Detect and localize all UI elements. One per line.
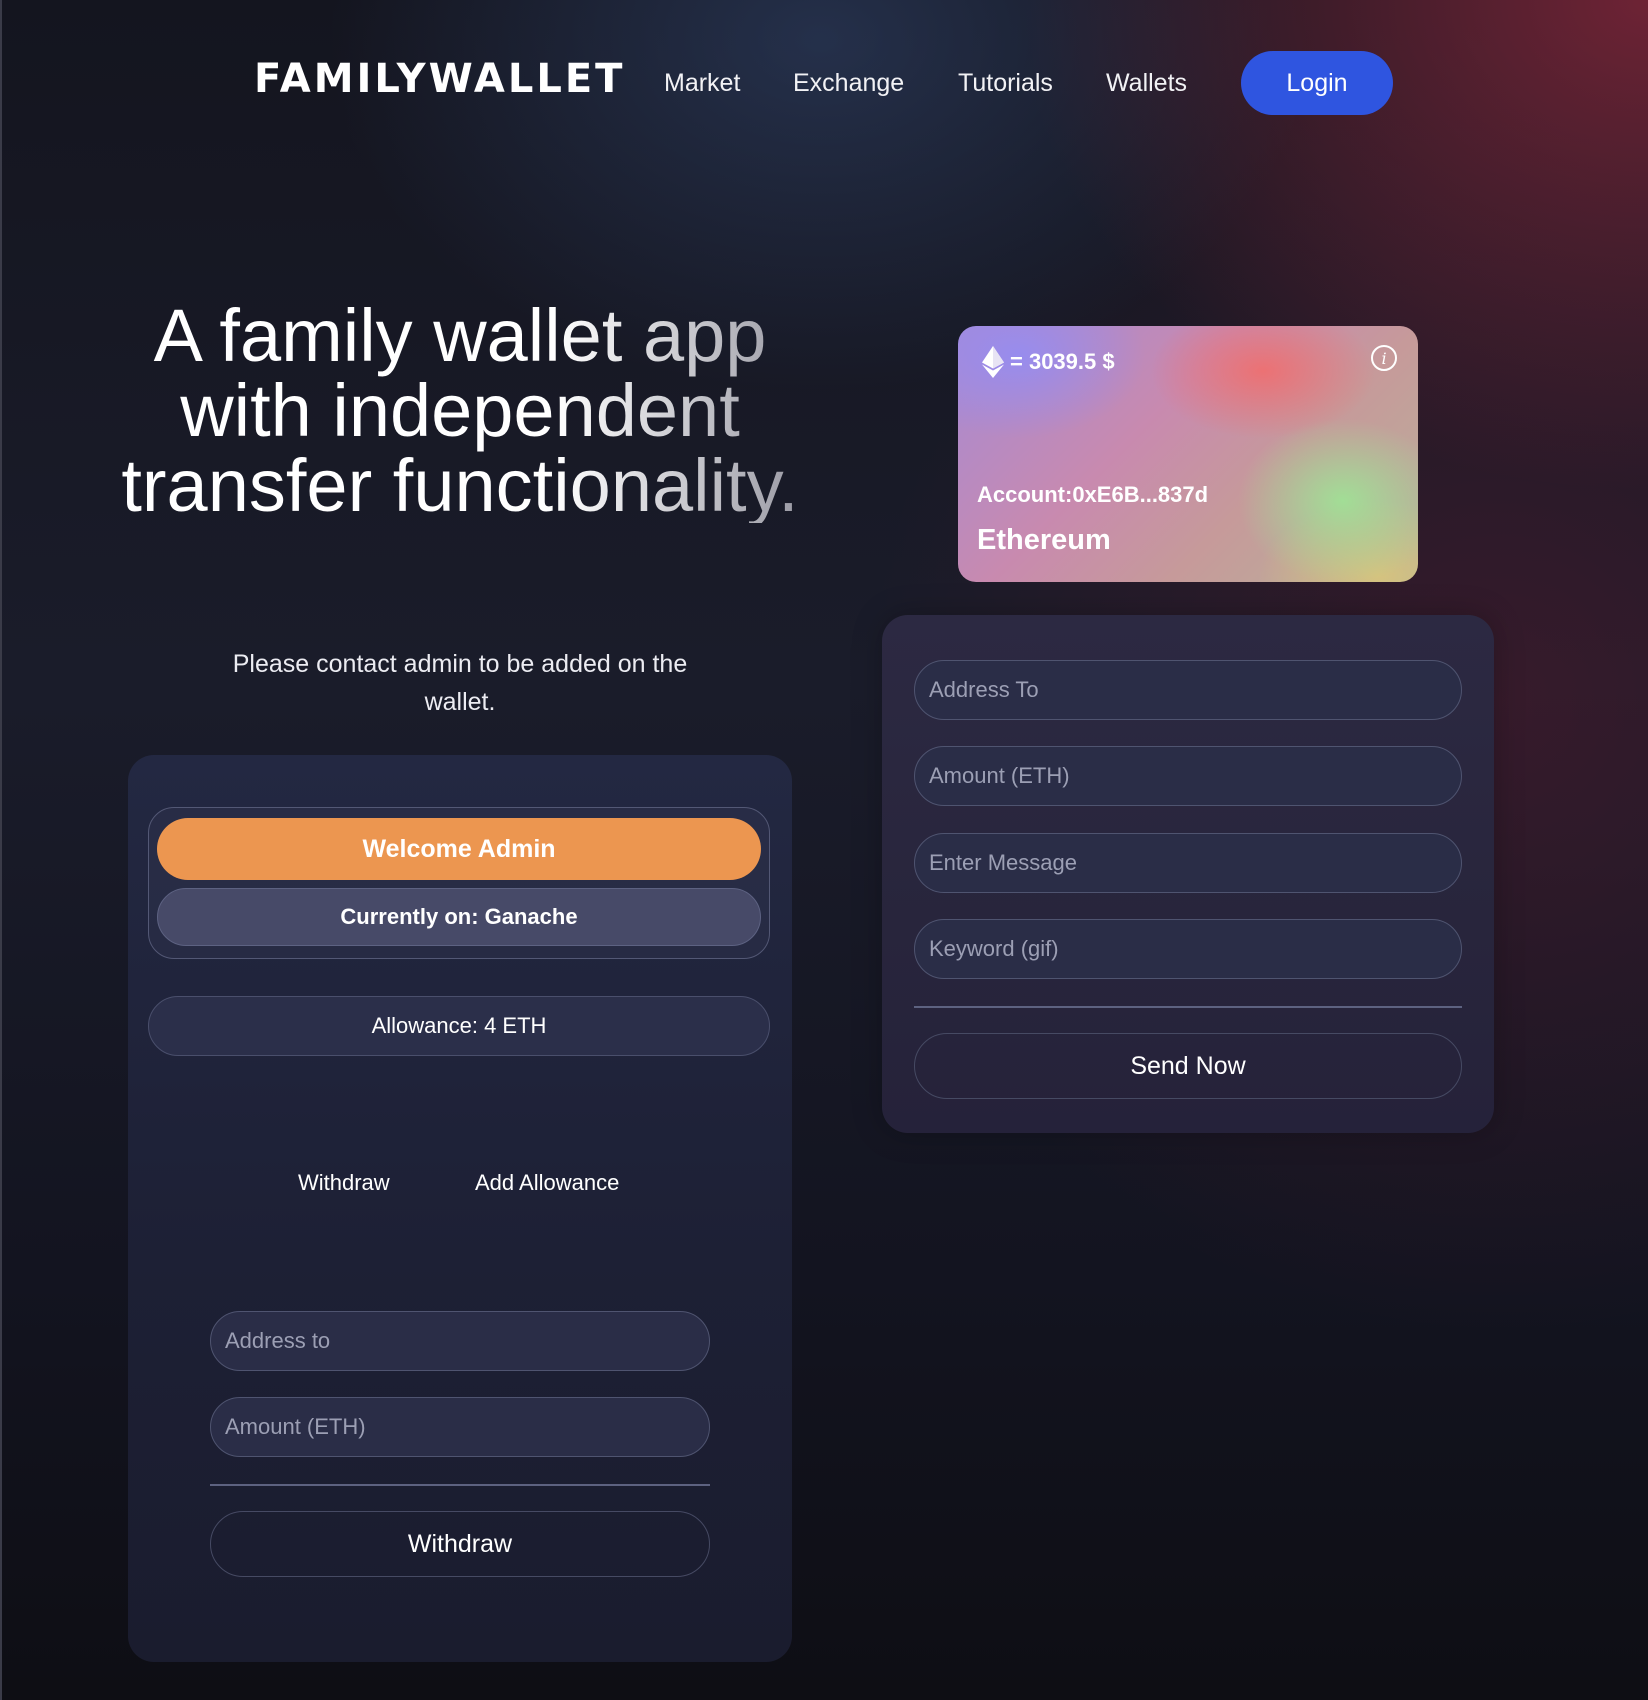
eth-price: = 3039.5 $ [1010, 349, 1115, 374]
allowance-display: Allowance: 4 ETH [148, 996, 770, 1056]
tab-withdraw[interactable]: Withdraw [298, 1168, 390, 1198]
nav-tutorials[interactable]: Tutorials [958, 66, 1053, 100]
send-address-input[interactable] [914, 660, 1462, 720]
hero-title: A family wallet app with independent tra… [121, 294, 799, 527]
ethereum-card: = 3039.5 $ i Account:0xE6B...837d Ethere… [958, 326, 1418, 582]
withdraw-address-input[interactable] [210, 1311, 710, 1371]
info-icon[interactable]: i [1371, 345, 1397, 371]
login-button[interactable]: Login [1241, 51, 1393, 115]
send-divider [914, 1006, 1462, 1008]
nav-wallets[interactable]: Wallets [1106, 66, 1187, 100]
welcome-banner: Welcome Admin [157, 818, 761, 880]
account-address: Account:0xE6B...837d [977, 482, 1209, 507]
send-panel: Send Now [882, 615, 1494, 1133]
nav-exchange[interactable]: Exchange [793, 66, 904, 100]
tab-add-allowance[interactable]: Add Allowance [475, 1168, 619, 1198]
network-status: Currently on: Ganache [157, 888, 761, 946]
withdraw-divider [210, 1484, 710, 1486]
gif-keyword-input[interactable] [914, 919, 1462, 979]
admin-panel: Welcome Admin Currently on: Ganache Allo… [128, 755, 792, 1662]
logo[interactable]: FAMILYWALLET [254, 56, 625, 102]
ethereum-icon [982, 346, 1004, 378]
page-edge [0, 0, 2, 1700]
message-input[interactable] [914, 833, 1462, 893]
withdraw-button[interactable]: Withdraw [210, 1511, 710, 1577]
card-network-label: Ethereum [977, 524, 1111, 556]
send-amount-input[interactable] [914, 746, 1462, 806]
nav-market[interactable]: Market [664, 66, 740, 100]
withdraw-amount-input[interactable] [210, 1397, 710, 1457]
hero-subtitle: Please contact admin to be added on the … [232, 650, 688, 716]
send-now-button[interactable]: Send Now [914, 1033, 1462, 1099]
account-status-group: Welcome Admin Currently on: Ganache [148, 807, 770, 959]
